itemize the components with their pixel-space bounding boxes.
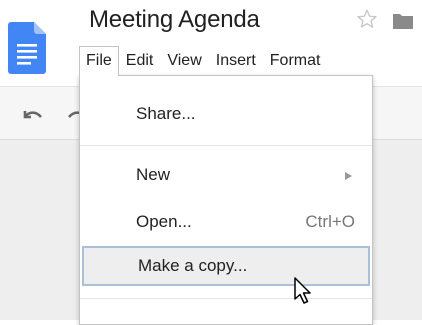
menu-separator [80, 145, 372, 146]
menu-item-make-copy[interactable]: Make a copy... [82, 246, 370, 286]
menu-item-open-shortcut: Ctrl+O [305, 212, 355, 231]
menu-separator [80, 298, 372, 299]
google-docs-icon[interactable] [8, 22, 46, 74]
menu-view[interactable]: View [160, 46, 208, 76]
file-menu-dropdown: Share... New Open... Ctrl+O Make a copy.… [79, 75, 373, 325]
menu-item-make-copy-label: Make a copy... [138, 256, 248, 275]
menu-item-open[interactable]: Open... Ctrl+O [80, 202, 372, 242]
menubar: File Edit View Insert Format [79, 46, 328, 78]
menu-file[interactable]: File [79, 46, 119, 78]
menu-item-new-label: New [136, 165, 171, 184]
submenu-arrow-icon [345, 172, 352, 180]
menu-item-share[interactable]: Share... [80, 94, 372, 134]
menu-item-share-label: Share... [136, 104, 196, 123]
undo-icon[interactable] [20, 107, 44, 123]
mouse-pointer-icon [294, 277, 311, 304]
menu-format[interactable]: Format [263, 46, 328, 76]
menu-item-new[interactable]: New [80, 155, 372, 195]
menu-insert[interactable]: Insert [209, 46, 263, 76]
folder-icon[interactable] [392, 12, 414, 30]
menu-edit[interactable]: Edit [119, 46, 161, 76]
menu-item-open-label: Open... [136, 212, 192, 231]
document-title[interactable]: Meeting Agenda [89, 6, 260, 34]
star-icon[interactable] [356, 8, 378, 30]
